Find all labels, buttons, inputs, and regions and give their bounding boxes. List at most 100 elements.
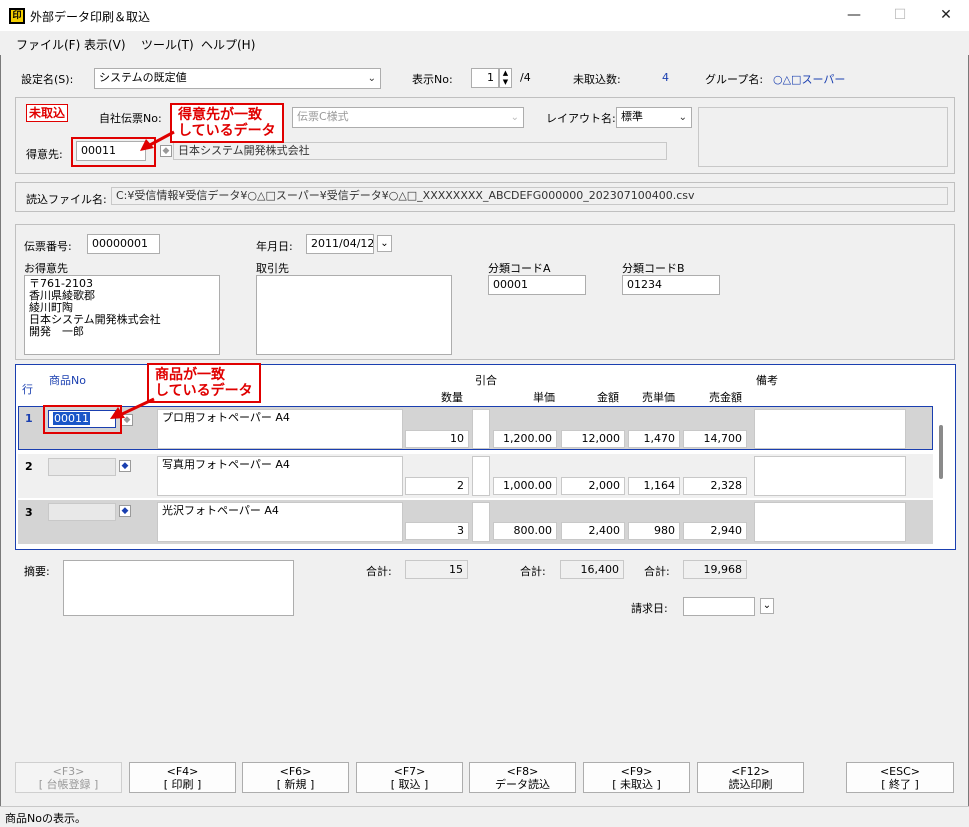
amount-cell[interactable]: 12,000 bbox=[561, 430, 625, 448]
pending-count: 4 bbox=[662, 71, 669, 84]
billing-date-picker-button[interactable]: ⌄ bbox=[760, 598, 774, 614]
customer-callout: 得意先が一致 しているデータ bbox=[170, 103, 284, 143]
billing-date-label: 請求日: bbox=[631, 602, 668, 615]
product-code-input[interactable] bbox=[48, 503, 116, 521]
partner-label: 取引先 bbox=[256, 262, 289, 275]
col-sell-price: 売単価 bbox=[642, 391, 675, 404]
callout-arrow-icon bbox=[110, 397, 155, 419]
menu-tools[interactable]: ツール(T) bbox=[141, 36, 194, 53]
amount-total-label: 合計: bbox=[520, 565, 546, 578]
deduction-cell[interactable] bbox=[472, 456, 490, 496]
file-path: C:¥受信情報¥受信データ¥○△□スーパー¥受信データ¥○△□_XXXXXXXX… bbox=[111, 187, 948, 205]
amount-cell[interactable]: 2,400 bbox=[561, 522, 625, 540]
f4-print-button[interactable]: <F4>[ 印刷 ] bbox=[129, 762, 236, 793]
col-unit-price: 単価 bbox=[533, 391, 555, 404]
f9-not-imported-button[interactable]: <F9>[ 未取込 ] bbox=[583, 762, 690, 793]
display-no-spinner[interactable]: ▲ ▼ bbox=[499, 68, 512, 88]
qty-cell[interactable]: 3 bbox=[405, 522, 469, 540]
sell-amount-cell[interactable]: 14,700 bbox=[683, 430, 747, 448]
remarks-cell[interactable] bbox=[754, 456, 906, 496]
remarks-cell[interactable] bbox=[754, 502, 906, 542]
sell-price-cell[interactable]: 980 bbox=[628, 522, 680, 540]
product-name[interactable]: 光沢フォトペーパー A4 bbox=[157, 502, 403, 542]
product-code-input[interactable] bbox=[48, 458, 116, 476]
f3-ledger-button[interactable]: <F3>[ 台帳登録 ] bbox=[15, 762, 122, 793]
f12-read-print-button[interactable]: <F12> 読込印刷 bbox=[697, 762, 804, 793]
grid-scrollbar-thumb[interactable] bbox=[939, 425, 943, 479]
lookup-icon[interactable]: ◆ bbox=[119, 460, 131, 472]
sell-price-cell[interactable]: 1,470 bbox=[628, 430, 680, 448]
deduction-cell[interactable] bbox=[472, 502, 490, 542]
setting-combo[interactable]: システムの既定値 ⌄ bbox=[94, 68, 381, 89]
class-b-label: 分類コードB bbox=[622, 262, 685, 275]
window-title: 外部データ印刷＆取込 bbox=[30, 10, 151, 24]
layout-combo[interactable]: 標準 ⌄ bbox=[616, 107, 692, 128]
chevron-down-icon: ⌄ bbox=[510, 112, 519, 123]
chevron-down-icon: ⌄ bbox=[367, 73, 376, 84]
slip-no-label: 伝票番号: bbox=[24, 240, 72, 253]
col-remarks: 備考 bbox=[756, 374, 778, 387]
display-no-input[interactable]: 1 bbox=[471, 68, 499, 88]
qty-total: 15 bbox=[405, 560, 468, 579]
qty-cell[interactable]: 10 bbox=[405, 430, 469, 448]
layout-value: 標準 bbox=[621, 110, 643, 123]
col-sell-amount: 売金額 bbox=[709, 391, 742, 404]
billing-date-input[interactable] bbox=[683, 597, 755, 616]
class-a-input[interactable]: 00001 bbox=[488, 275, 586, 295]
amount-total: 16,400 bbox=[560, 560, 624, 579]
sell-total-label: 合計: bbox=[644, 565, 670, 578]
qty-total-label: 合計: bbox=[366, 565, 392, 578]
col-amount: 金額 bbox=[597, 391, 619, 404]
sell-price-cell[interactable]: 1,164 bbox=[628, 477, 680, 495]
date-picker-button[interactable]: ⌄ bbox=[377, 235, 392, 252]
maximize-button[interactable]: ☐ bbox=[877, 0, 923, 31]
partner-text[interactable] bbox=[256, 275, 452, 355]
unit-price-cell[interactable]: 1,200.00 bbox=[493, 430, 557, 448]
amount-cell[interactable]: 2,000 bbox=[561, 477, 625, 495]
product-name[interactable]: プロ用フォトペーパー A4 bbox=[157, 409, 403, 449]
voucher-no-value: 伝票C様式 bbox=[297, 110, 349, 123]
lookup-icon[interactable]: ◆ bbox=[119, 505, 131, 517]
date-label: 年月日: bbox=[256, 240, 293, 253]
customer-code-input[interactable]: 00011 bbox=[76, 141, 146, 161]
f7-import-button[interactable]: <F7>[ 取込 ] bbox=[356, 762, 463, 793]
f8-read-data-button[interactable]: <F8> データ読込 bbox=[469, 762, 576, 793]
sell-amount-cell[interactable]: 2,940 bbox=[683, 522, 747, 540]
memo-input[interactable] bbox=[63, 560, 294, 616]
group-label: グループ名: bbox=[705, 73, 764, 86]
sell-amount-cell[interactable]: 2,328 bbox=[683, 477, 747, 495]
esc-exit-button[interactable]: <ESC>[ 終了 ] bbox=[846, 762, 954, 793]
menu-file[interactable]: ファイル(F) bbox=[16, 36, 80, 53]
unit-price-cell[interactable]: 800.00 bbox=[493, 522, 557, 540]
class-a-label: 分類コードA bbox=[488, 262, 551, 275]
date-input[interactable]: 2011/04/12 bbox=[306, 234, 374, 254]
col-product-no: 商品No bbox=[49, 374, 86, 387]
deduction-cell[interactable] bbox=[472, 409, 490, 449]
menu-help[interactable]: ヘルプ(H) bbox=[201, 36, 255, 53]
sell-total: 19,968 bbox=[683, 560, 747, 579]
col-row: 行 bbox=[22, 383, 33, 396]
pending-label: 未取込数: bbox=[573, 73, 621, 86]
product-name[interactable]: 写真用フォトペーパー A4 bbox=[157, 456, 403, 496]
row-number: 3 bbox=[25, 506, 33, 519]
row-number: 1 bbox=[25, 412, 33, 425]
group-name: ○△□スーパー bbox=[773, 73, 846, 86]
f6-new-button[interactable]: <F6>[ 新規 ] bbox=[242, 762, 349, 793]
product-callout: 商品が一致 しているデータ bbox=[147, 363, 261, 403]
minimize-button[interactable]: — bbox=[831, 0, 877, 31]
slip-no-input[interactable]: 00000001 bbox=[87, 234, 160, 254]
close-button[interactable]: ✕ bbox=[923, 0, 969, 31]
status-badge: 未取込 bbox=[26, 104, 69, 122]
setting-value: システムの既定値 bbox=[99, 71, 187, 84]
menu-view[interactable]: 表示(V) bbox=[84, 36, 126, 53]
qty-cell[interactable]: 2 bbox=[405, 477, 469, 495]
col-qty: 数量 bbox=[441, 391, 463, 404]
layout-label: レイアウト名: bbox=[546, 112, 616, 125]
customer-block-text[interactable]: 〒761-2103 香川県綾歌郡 綾川町陶 日本システム開発株式会社 開発 一郎 bbox=[24, 275, 220, 355]
remarks-cell[interactable] bbox=[754, 409, 906, 449]
display-no-total: /4 bbox=[520, 71, 531, 84]
unit-price-cell[interactable]: 1,000.00 bbox=[493, 477, 557, 495]
customer-label: 得意先: bbox=[26, 148, 63, 161]
memo-label: 摘要: bbox=[24, 565, 50, 578]
class-b-input[interactable]: 01234 bbox=[622, 275, 720, 295]
